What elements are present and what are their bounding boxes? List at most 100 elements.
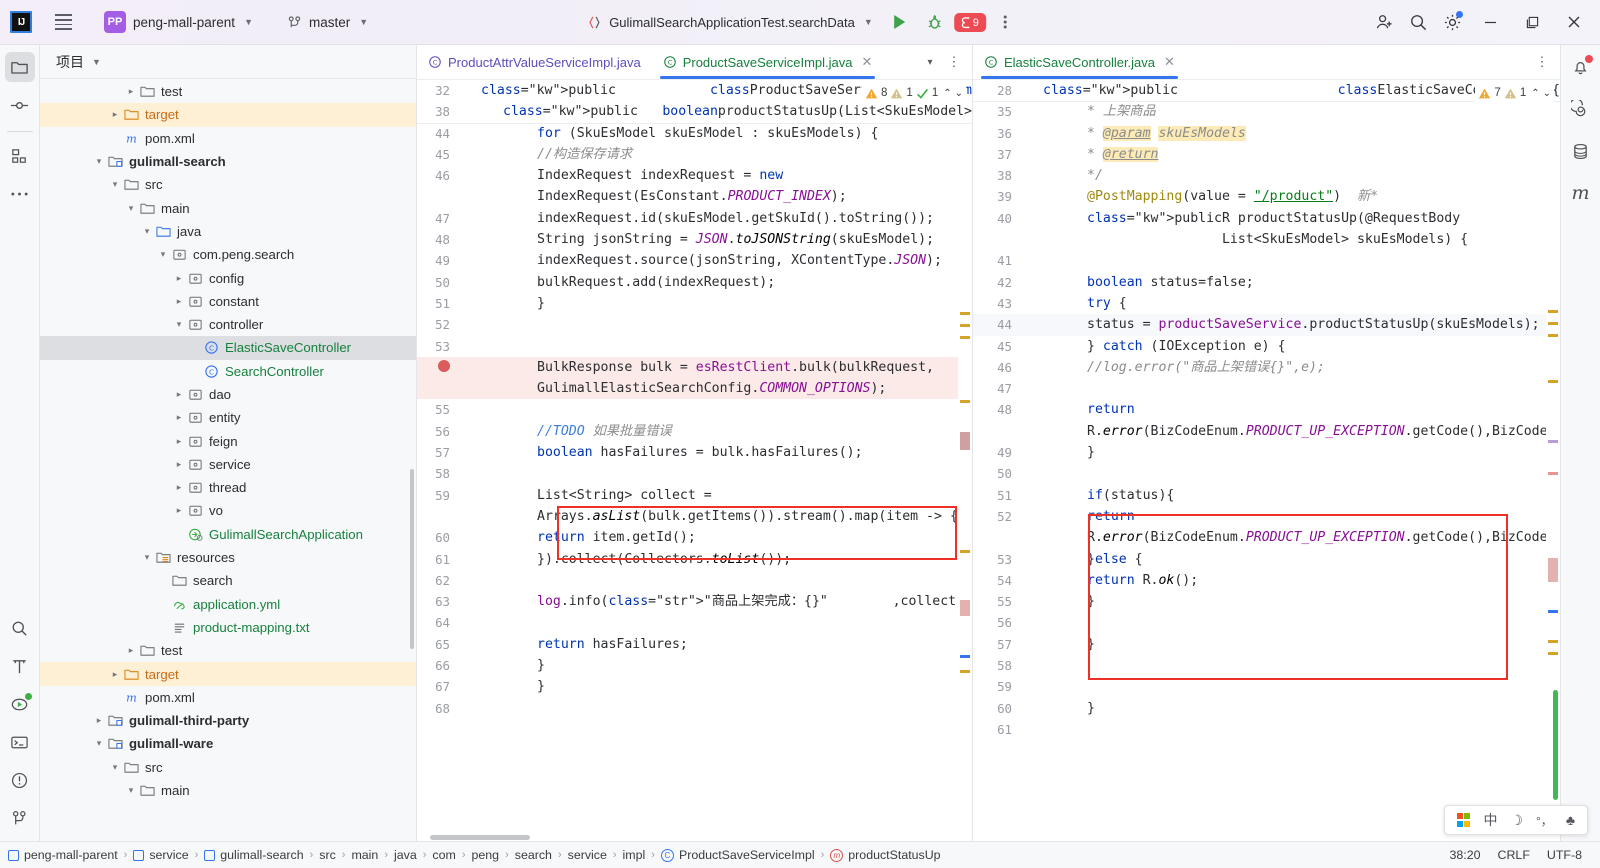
minimize-button[interactable]: [1470, 0, 1510, 44]
error-stripe[interactable]: [958, 80, 972, 841]
gutter[interactable]: 48: [417, 229, 459, 250]
tree-node-product-mapping-txt[interactable]: product-mapping.txt: [40, 616, 416, 639]
tree-node-gulimall-third-party[interactable]: ▸ gulimall-third-party: [40, 709, 416, 732]
stripe-marker[interactable]: [960, 400, 970, 403]
gutter[interactable]: 47: [417, 208, 459, 229]
gutter[interactable]: 59: [417, 485, 459, 528]
gutter[interactable]: 65: [417, 634, 459, 655]
tree-node-constant[interactable]: ▸ constant: [40, 290, 416, 313]
gutter[interactable]: 51: [973, 485, 1021, 506]
breadcrumb-item-src[interactable]: src: [319, 848, 336, 862]
run-configuration-selector[interactable]: GulimallSearchApplicationTest.searchData…: [579, 11, 881, 34]
file-encoding[interactable]: UTF-8: [1547, 848, 1582, 862]
code-line-58[interactable]: 58: [973, 655, 1560, 676]
breadcrumb-item-main[interactable]: main: [351, 848, 378, 862]
gutter[interactable]: 40: [973, 208, 1021, 251]
gutter[interactable]: 50: [973, 463, 1021, 484]
code-editor-left[interactable]: 32 class="kw">public class ProductSaveSer…: [417, 80, 972, 841]
stripe-marker[interactable]: [1548, 558, 1558, 582]
sidebar-item-problems[interactable]: [5, 765, 35, 795]
sidebar-item-maven[interactable]: m: [1566, 178, 1596, 208]
sidebar-item-run[interactable]: [5, 689, 35, 719]
code-line-60[interactable]: 60}: [973, 698, 1560, 719]
tree-node-config[interactable]: ▸ config: [40, 266, 416, 289]
gutter[interactable]: 58: [417, 463, 459, 484]
run-button[interactable]: [884, 7, 916, 37]
code-line-49[interactable]: 49 indexRequest.source(jsonString, XConte…: [417, 250, 972, 271]
gutter[interactable]: 36: [973, 123, 1021, 144]
tree-node-searchcontroller[interactable]: C SearchController: [40, 360, 416, 383]
gutter[interactable]: 37: [973, 144, 1021, 165]
stripe-marker[interactable]: [1548, 610, 1558, 613]
chevron-right-icon[interactable]: ▸: [172, 412, 186, 423]
tree-node-controller[interactable]: ▾ controller: [40, 313, 416, 336]
chevron-right-icon[interactable]: ▸: [172, 505, 186, 516]
code-line-42[interactable]: 42 boolean status=false;: [973, 272, 1560, 293]
breadcrumb[interactable]: peng-mall-parent › service › gulimall-search…: [8, 848, 941, 862]
hamburger-menu-icon[interactable]: [46, 7, 80, 37]
code-line-53[interactable]: 53}else {: [973, 549, 1560, 570]
tree-node-dao[interactable]: ▸ dao: [40, 383, 416, 406]
tree-node-test[interactable]: ▸ test: [40, 639, 416, 662]
code-line-61[interactable]: 61}).collect(Collectors.toList());: [417, 549, 972, 570]
code-line-67[interactable]: 67}: [417, 676, 972, 697]
editor-horizontal-scrollbar[interactable]: [430, 835, 530, 840]
chevron-down-icon[interactable]: ⌄: [955, 83, 963, 104]
gutter[interactable]: 41: [973, 250, 1021, 271]
gutter[interactable]: 57: [417, 442, 459, 463]
code-line-55[interactable]: 55}: [973, 591, 1560, 612]
sidebar-item-commit[interactable]: [5, 90, 35, 120]
code-line-51[interactable]: 51}: [417, 293, 972, 314]
breadcrumb-item-impl[interactable]: impl: [623, 848, 646, 862]
code-line-59[interactable]: 59: [973, 676, 1560, 697]
chevron-right-icon[interactable]: ▸: [108, 669, 122, 680]
tree-node-thread[interactable]: ▸ thread: [40, 476, 416, 499]
gutter[interactable]: 42: [973, 272, 1021, 293]
chevron-up-icon[interactable]: ⌃: [943, 83, 951, 104]
chevron-down-icon[interactable]: ▾: [124, 785, 138, 796]
gutter[interactable]: 49: [417, 250, 459, 271]
gutter[interactable]: 62: [417, 570, 459, 591]
editor-tabs-right[interactable]: C ElasticSaveController.java ✕ ⋮: [973, 45, 1560, 80]
code-line-57[interactable]: 57 boolean hasFailures = bulk.hasFailures…: [417, 442, 972, 463]
chevron-down-icon[interactable]: ▾: [140, 226, 154, 237]
code-line-52[interactable]: 52: [417, 314, 972, 335]
tree-node-target[interactable]: ▸ target: [40, 662, 416, 686]
gutter[interactable]: 52: [417, 314, 459, 335]
code-line-54[interactable]: 54 return R.ok();: [973, 570, 1560, 591]
gutter[interactable]: 46: [417, 165, 459, 208]
breadcrumb-item-gulimall-search[interactable]: gulimall-search: [204, 848, 304, 862]
code-line-45[interactable]: 45} catch (IOException e) {: [973, 336, 1560, 357]
gutter[interactable]: 61: [417, 549, 459, 570]
gutter[interactable]: 43: [973, 293, 1021, 314]
gutter[interactable]: 48: [973, 399, 1021, 442]
chevron-down-icon[interactable]: ⌄: [1543, 83, 1551, 104]
code-line-55[interactable]: 55: [417, 399, 972, 420]
line-separator[interactable]: CRLF: [1498, 848, 1530, 862]
stripe-marker[interactable]: [960, 550, 970, 553]
caret-position[interactable]: 38:20: [1450, 848, 1481, 862]
gutter[interactable]: 58: [973, 655, 1021, 676]
chevron-down-icon[interactable]: ▾: [172, 319, 186, 330]
sidebar-item-structure[interactable]: [5, 141, 35, 171]
gutter[interactable]: 61: [973, 719, 1021, 740]
gutter[interactable]: 35: [973, 101, 1021, 122]
chevron-right-icon[interactable]: ▸: [172, 436, 186, 447]
editor-tabs-left[interactable]: C ProductAttrValueServiceImpl.java C Produc…: [417, 45, 972, 80]
code-line-35[interactable]: 35 * 上架商品: [973, 101, 1560, 122]
tree-node-src[interactable]: ▾ src: [40, 173, 416, 196]
code-line-56[interactable]: 56: [973, 612, 1560, 633]
gutter[interactable]: 57: [973, 634, 1021, 655]
code-line-46[interactable]: 46 //log.error("商品上架错误{}",e);: [973, 357, 1560, 378]
stripe-marker[interactable]: [1548, 472, 1558, 475]
tree-node-pom-xml[interactable]: m pom.xml: [40, 127, 416, 150]
sidebar-item-git[interactable]: [5, 803, 35, 833]
gutter[interactable]: 53: [417, 336, 459, 357]
chevron-right-icon[interactable]: ▸: [172, 482, 186, 493]
tree-node-com-peng-search[interactable]: ▾ com.peng.search: [40, 243, 416, 266]
stripe-marker[interactable]: [1548, 334, 1558, 337]
chevron-right-icon[interactable]: ▸: [92, 715, 106, 726]
code-line-56[interactable]: 56 //TODO 如果批量错误: [417, 421, 972, 442]
code-line-50[interactable]: 50 bulkRequest.add(indexRequest);: [417, 272, 972, 293]
code-line-39[interactable]: 39 @PostMapping(value = "/product") 新*: [973, 186, 1560, 207]
